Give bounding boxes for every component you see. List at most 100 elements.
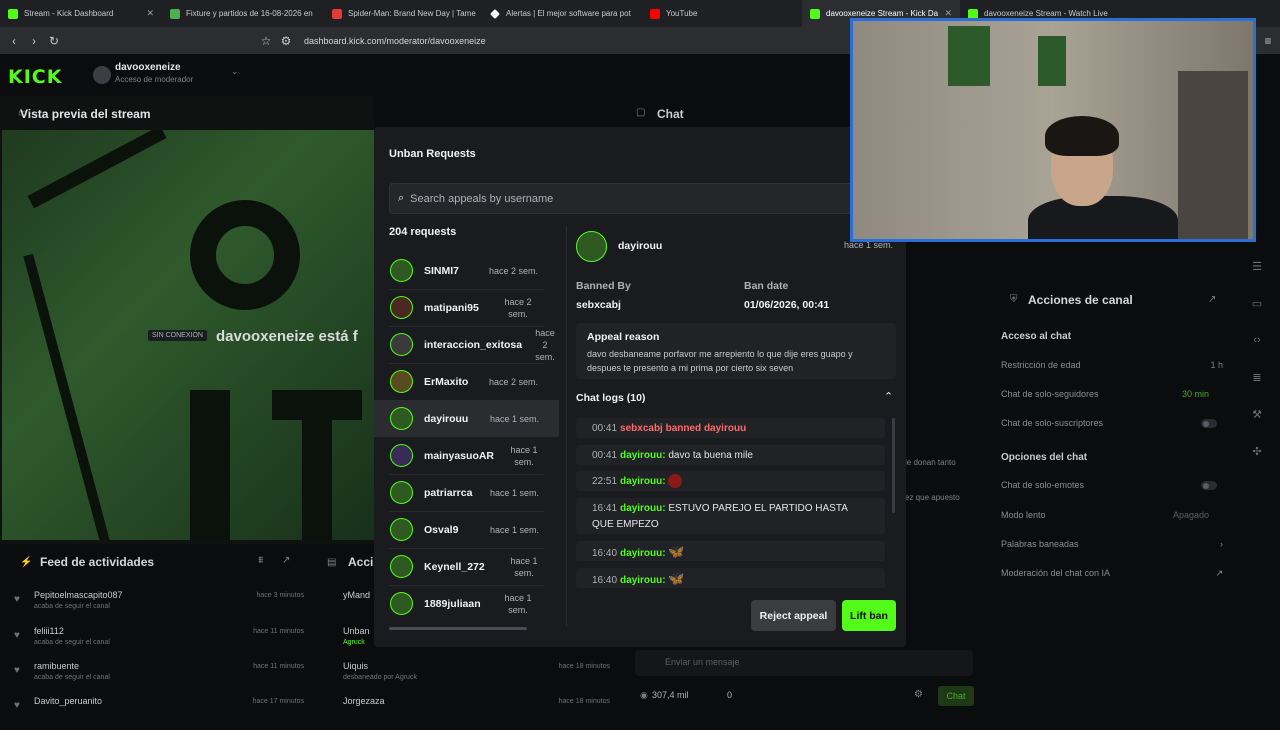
- modlog-subtext[interactable]: Agruck: [343, 639, 365, 646]
- avatar: [390, 259, 413, 282]
- followers-only-row[interactable]: Chat de solo-seguidores 30 min: [1001, 389, 1223, 399]
- request-row[interactable]: SINMI7 hace 2 sem.: [374, 252, 559, 289]
- reload-icon[interactable]: ↻: [44, 34, 64, 48]
- modal-title: Unban Requests: [389, 148, 476, 160]
- browser-tab[interactable]: YouTube: [642, 0, 802, 27]
- close-icon[interactable]: ✕: [146, 8, 154, 19]
- avatar: [93, 66, 111, 84]
- youtube-favicon-icon: [650, 8, 660, 19]
- request-username: ErMaxito: [424, 375, 469, 388]
- ai-moderation-row[interactable]: Moderación del chat con IA ↗: [1001, 568, 1223, 578]
- bookmark-icon[interactable]: ☆: [256, 34, 276, 48]
- popout-icon[interactable]: ↗: [282, 555, 290, 566]
- request-time: hace 2 sem.: [535, 327, 555, 362]
- request-time: hace 2 sem.: [489, 265, 539, 276]
- banned-by-value: sebxcabj: [576, 299, 621, 311]
- code-icon[interactable]: ‹›: [1244, 334, 1270, 371]
- log-time: 16:41: [592, 503, 618, 514]
- modlog-title: Acci: [348, 555, 374, 569]
- age-restriction-row[interactable]: Restricción de edad 1 h: [1001, 360, 1223, 370]
- request-row[interactable]: mainyasuoAR hace 1 sem.: [374, 437, 559, 474]
- viewers-icon: ◉: [640, 690, 648, 700]
- logs-scrollbar[interactable]: [892, 418, 895, 513]
- subscribers-only-row[interactable]: Chat de solo-suscriptores: [1001, 418, 1223, 428]
- request-row[interactable]: 1889juliaan hace 1 sem.: [374, 585, 559, 622]
- wrench-icon[interactable]: ⚒: [1244, 408, 1270, 445]
- diamond-favicon-icon: [490, 8, 500, 19]
- avatar: [390, 481, 413, 504]
- modlog-username[interactable]: yMand: [343, 590, 370, 600]
- log-time: 22:51: [592, 476, 618, 487]
- chat-bubble-icon[interactable]: ▭: [1244, 297, 1270, 334]
- browser-tab[interactable]: Alertas | El mejor software para pot: [482, 0, 642, 27]
- menu-icon[interactable]: ≡: [1258, 34, 1278, 48]
- request-count: 204 requests: [389, 226, 457, 238]
- browser-tab[interactable]: Fixture y partidos de 16-08-2026 en: [162, 0, 324, 27]
- site-info-icon[interactable]: ⚙: [276, 34, 296, 48]
- forward-icon[interactable]: ›: [24, 34, 44, 48]
- avatar: [390, 407, 413, 430]
- chevron-up-icon[interactable]: ⌃: [884, 390, 893, 403]
- row-label: Chat de solo-emotes: [1001, 480, 1085, 490]
- log-username: dayirouu:: [620, 450, 666, 461]
- search-field[interactable]: ⌕: [389, 183, 859, 214]
- list-icon[interactable]: ☰: [1244, 260, 1270, 297]
- appeal-reason-title: Appeal reason: [587, 331, 660, 343]
- search-input[interactable]: [410, 192, 831, 205]
- request-username: dayirouu: [424, 412, 469, 425]
- banned-words-row[interactable]: Palabras baneadas ›: [1001, 539, 1223, 549]
- action-icon: ▤: [327, 557, 337, 568]
- channel-name[interactable]: davooxeneize: [115, 62, 181, 73]
- row-label: Chat de solo-suscriptores: [1001, 418, 1104, 428]
- feed-username[interactable]: ramibuente: [34, 661, 79, 671]
- chat-log-row: 22:51 dayirouu:: [576, 471, 885, 491]
- request-row-selected[interactable]: dayirouu hace 1 sem.: [374, 400, 559, 437]
- feed-username[interactable]: Davito_peruanito: [34, 696, 102, 706]
- feed-username[interactable]: Pepitoelmascapito087: [34, 590, 123, 600]
- slow-mode-row[interactable]: Modo lento Apagado: [1001, 510, 1223, 520]
- preview-title: Vista previa del stream: [20, 107, 151, 121]
- browser-tab[interactable]: Stream - Kick Dashboard ✕: [0, 0, 162, 27]
- reject-appeal-button[interactable]: Reject appeal: [751, 600, 836, 631]
- request-row[interactable]: Keynell_272 hace 1 sem.: [374, 548, 559, 585]
- request-row[interactable]: Osval9 hace 1 sem.: [374, 511, 559, 548]
- tab-title: Stream - Kick Dashboard: [24, 9, 114, 18]
- avatar: [390, 370, 413, 393]
- modlog-username[interactable]: Jorgezaza: [343, 696, 385, 706]
- log-time: 00:41: [592, 450, 618, 461]
- url-text[interactable]: dashboard.kick.com/moderator/davooxeneiz…: [304, 36, 486, 46]
- chevron-down-icon[interactable]: ⌄: [231, 66, 239, 77]
- stack-icon[interactable]: ≣: [1244, 371, 1270, 408]
- back-icon[interactable]: ‹: [4, 34, 24, 48]
- modlog-username[interactable]: Unban: [343, 626, 370, 636]
- puzzle-icon[interactable]: ✣: [1244, 445, 1270, 482]
- selected-username: dayirouu: [618, 240, 663, 252]
- feed-username[interactable]: feliii112: [34, 626, 64, 636]
- row-label: Moderación del chat con IA: [1001, 568, 1111, 578]
- modlog-username[interactable]: Uiquis: [343, 661, 368, 671]
- request-row[interactable]: patriarrca hace 1 sem.: [374, 474, 559, 511]
- chat-icon: ▢: [636, 107, 646, 118]
- site-favicon-icon: [332, 8, 342, 19]
- points-count: 0: [727, 690, 733, 700]
- toggle-switch[interactable]: [1201, 481, 1217, 490]
- send-chat-button[interactable]: Chat: [938, 686, 974, 706]
- list-scrollbar[interactable]: [389, 627, 527, 630]
- request-row[interactable]: matipani95 hace 2 sem.: [374, 289, 559, 326]
- kick-favicon-icon: [968, 8, 978, 19]
- lift-ban-button[interactable]: Lift ban: [842, 600, 896, 631]
- request-time: hace 1 sem.: [510, 555, 538, 578]
- settings-icon[interactable]: ⚙: [914, 689, 923, 700]
- access-section-title: Acceso al chat: [1001, 331, 1072, 342]
- request-row[interactable]: ErMaxito hace 2 sem.: [374, 363, 559, 400]
- toggle-switch[interactable]: [1201, 419, 1217, 428]
- emotes-only-row[interactable]: Chat de solo-emotes: [1001, 480, 1223, 490]
- chat-input[interactable]: Enviar un mensaje: [635, 650, 973, 676]
- kick-logo[interactable]: KICK: [8, 66, 62, 88]
- request-row[interactable]: interaccion_exitosa hace 2 sem.: [374, 326, 559, 363]
- filter-icon[interactable]: ⩩: [258, 555, 263, 566]
- browser-tab[interactable]: Spider-Man: Brand New Day | Tame: [324, 0, 482, 27]
- log-time: 16:40: [592, 575, 618, 586]
- popout-icon[interactable]: ↗: [1208, 294, 1216, 305]
- list-item: ♥ feliii112 acaba de seguir el canal hace 1…: [14, 626, 304, 660]
